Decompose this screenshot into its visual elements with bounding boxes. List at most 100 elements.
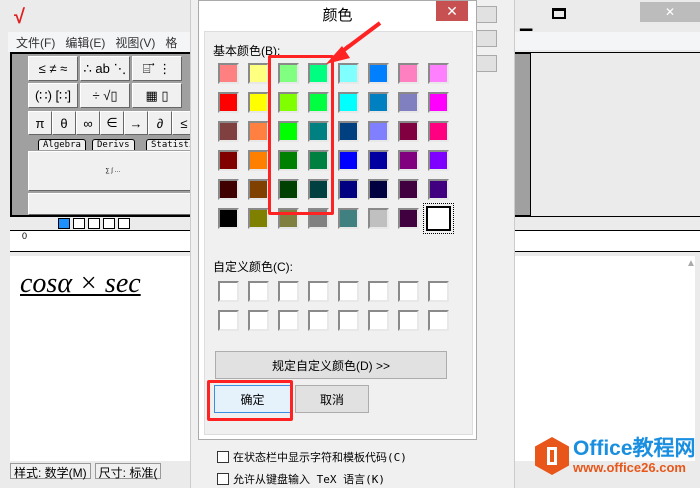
basic-color-swatch[interactable] bbox=[368, 150, 389, 171]
tab-algebra[interactable]: Algebra bbox=[38, 139, 86, 150]
basic-color-swatch[interactable] bbox=[368, 208, 389, 229]
custom-color-swatch[interactable] bbox=[248, 310, 269, 331]
custom-colors-label: 自定义颜色(C): bbox=[213, 260, 293, 274]
custom-color-swatch[interactable] bbox=[278, 310, 299, 331]
basic-color-swatch[interactable] bbox=[398, 121, 419, 142]
custom-color-swatch[interactable] bbox=[368, 310, 389, 331]
basic-color-swatch[interactable] bbox=[368, 179, 389, 200]
nudge-icon[interactable] bbox=[103, 218, 115, 229]
basic-color-swatch[interactable] bbox=[338, 150, 359, 171]
symbol-palette: ≤ ≠ ≈ ∴ ab ⋱ ⌸ ⃗ ⋮ (∷) [∷] ÷ √▯ ▦ ▯ π θ … bbox=[10, 52, 200, 217]
basic-color-swatch[interactable] bbox=[368, 121, 389, 142]
basic-color-swatch[interactable] bbox=[428, 179, 449, 200]
basic-color-swatch[interactable] bbox=[248, 208, 269, 229]
basic-color-swatch[interactable] bbox=[218, 179, 239, 200]
watermark-logo: Office教程网 www.office26.com bbox=[535, 437, 696, 475]
status-style: 样式: 数学(M) bbox=[10, 463, 91, 480]
basic-color-swatch[interactable] bbox=[248, 179, 269, 200]
custom-color-swatch[interactable] bbox=[428, 281, 449, 302]
custom-color-swatch[interactable] bbox=[368, 281, 389, 302]
fractions-palette[interactable]: ÷ √▯ bbox=[80, 83, 130, 108]
custom-color-swatch[interactable] bbox=[218, 310, 239, 331]
basic-color-swatch[interactable] bbox=[398, 150, 419, 171]
basic-color-swatch[interactable] bbox=[428, 92, 449, 113]
maximize-icon[interactable] bbox=[552, 8, 566, 19]
subscripts-palette[interactable]: ▦ ▯ bbox=[132, 83, 182, 108]
basic-color-swatch[interactable] bbox=[428, 150, 449, 171]
symbol-arrow[interactable]: → bbox=[124, 111, 148, 135]
mathtype-right-pane: ▁ ✕ ▲ bbox=[510, 0, 700, 488]
minimize-icon[interactable]: ▁ bbox=[520, 12, 532, 32]
symbol-pi[interactable]: π bbox=[28, 111, 52, 135]
custom-color-swatch[interactable] bbox=[278, 281, 299, 302]
basic-color-swatch[interactable] bbox=[218, 92, 239, 113]
nudge-icon[interactable] bbox=[58, 218, 70, 229]
spaces-palette[interactable]: ∴ ab ⋱ bbox=[80, 56, 130, 81]
basic-color-swatch[interactable] bbox=[218, 63, 239, 84]
status-size: 尺寸: 标准( bbox=[94, 463, 162, 480]
embellishments-palette[interactable]: ⌸ ⃗ ⋮ bbox=[132, 56, 182, 81]
basic-color-swatch[interactable] bbox=[398, 179, 419, 200]
ruler-zero: 0 bbox=[22, 231, 28, 241]
nudge-icon[interactable] bbox=[118, 218, 130, 229]
close-icon[interactable]: ✕ bbox=[436, 1, 468, 21]
define-custom-colors-button[interactable]: 规定自定义颜色(D) >> bbox=[215, 351, 447, 379]
symbol-partial[interactable]: ∂ bbox=[148, 111, 172, 135]
equation-formula: cosα × sec bbox=[20, 268, 141, 299]
custom-color-swatch[interactable] bbox=[338, 310, 359, 331]
basic-color-swatch[interactable] bbox=[398, 208, 419, 229]
basic-color-swatch[interactable] bbox=[368, 92, 389, 113]
basic-color-swatch[interactable] bbox=[218, 150, 239, 171]
symbol-theta[interactable]: θ bbox=[52, 111, 76, 135]
tab-derivs[interactable]: Derivs bbox=[92, 139, 135, 150]
basic-color-swatch[interactable] bbox=[248, 63, 269, 84]
scroll-up-icon[interactable]: ▲ bbox=[686, 258, 696, 269]
custom-color-swatch[interactable] bbox=[428, 310, 449, 331]
basic-color-swatch[interactable] bbox=[248, 150, 269, 171]
highlight-box-columns bbox=[268, 55, 334, 215]
watermark-brand: Office教程网 bbox=[573, 436, 696, 460]
basic-color-swatch[interactable] bbox=[338, 121, 359, 142]
expression-templates[interactable]: ∑ ∫ … bbox=[28, 151, 198, 191]
basic-color-swatch[interactable] bbox=[423, 203, 454, 234]
custom-color-swatch[interactable] bbox=[308, 281, 329, 302]
basic-color-swatch[interactable] bbox=[428, 63, 449, 84]
fences-palette[interactable]: (∷) [∷] bbox=[28, 83, 78, 108]
editor-area-right[interactable] bbox=[510, 256, 695, 461]
basic-color-swatch[interactable] bbox=[218, 121, 239, 142]
basic-color-swatch[interactable] bbox=[338, 92, 359, 113]
nudge-icon[interactable] bbox=[88, 218, 100, 229]
office-logo-icon bbox=[535, 437, 569, 475]
red-arrow-icon bbox=[326, 21, 382, 64]
window-close-icon[interactable]: ✕ bbox=[640, 2, 700, 22]
menu-format[interactable]: 格 bbox=[165, 34, 177, 51]
empty-tab-bar bbox=[28, 193, 198, 215]
basic-color-swatch[interactable] bbox=[218, 208, 239, 229]
cancel-button[interactable]: 取消 bbox=[295, 385, 369, 413]
custom-color-swatch[interactable] bbox=[398, 310, 419, 331]
custom-color-swatch[interactable] bbox=[248, 281, 269, 302]
basic-color-swatch[interactable] bbox=[338, 179, 359, 200]
menu-file[interactable]: 文件(F) bbox=[16, 34, 55, 51]
custom-color-swatch[interactable] bbox=[338, 281, 359, 302]
symbol-infinity[interactable]: ∞ bbox=[76, 111, 100, 135]
menu-view[interactable]: 视图(V) bbox=[115, 34, 155, 51]
basic-color-swatch[interactable] bbox=[398, 63, 419, 84]
highlight-box-ok bbox=[207, 380, 293, 421]
basic-color-swatch[interactable] bbox=[248, 121, 269, 142]
dialog-body: 基本颜色(B): 自定义颜色(C): 规定自定义颜色(D) >> 确定 取消 bbox=[204, 31, 473, 435]
nudge-icon[interactable] bbox=[73, 218, 85, 229]
symbol-element[interactable]: ∈ bbox=[100, 111, 124, 135]
show-codes-checkbox[interactable]: 在状态栏中显示字符和模板代码(C) bbox=[217, 449, 407, 465]
tex-input-checkbox[interactable]: 允许从键盘输入 TeX 语言(K) bbox=[217, 471, 385, 487]
custom-color-swatch[interactable] bbox=[398, 281, 419, 302]
basic-color-swatch[interactable] bbox=[338, 208, 359, 229]
basic-color-swatch[interactable] bbox=[398, 92, 419, 113]
custom-color-swatch[interactable] bbox=[218, 281, 239, 302]
custom-color-swatch[interactable] bbox=[308, 310, 329, 331]
relations-palette[interactable]: ≤ ≠ ≈ bbox=[28, 56, 78, 81]
checkbox-label: 在状态栏中显示字符和模板代码(C) bbox=[233, 451, 407, 464]
basic-color-swatch[interactable] bbox=[428, 121, 449, 142]
basic-color-swatch[interactable] bbox=[248, 92, 269, 113]
menu-edit[interactable]: 编辑(E) bbox=[65, 34, 105, 51]
